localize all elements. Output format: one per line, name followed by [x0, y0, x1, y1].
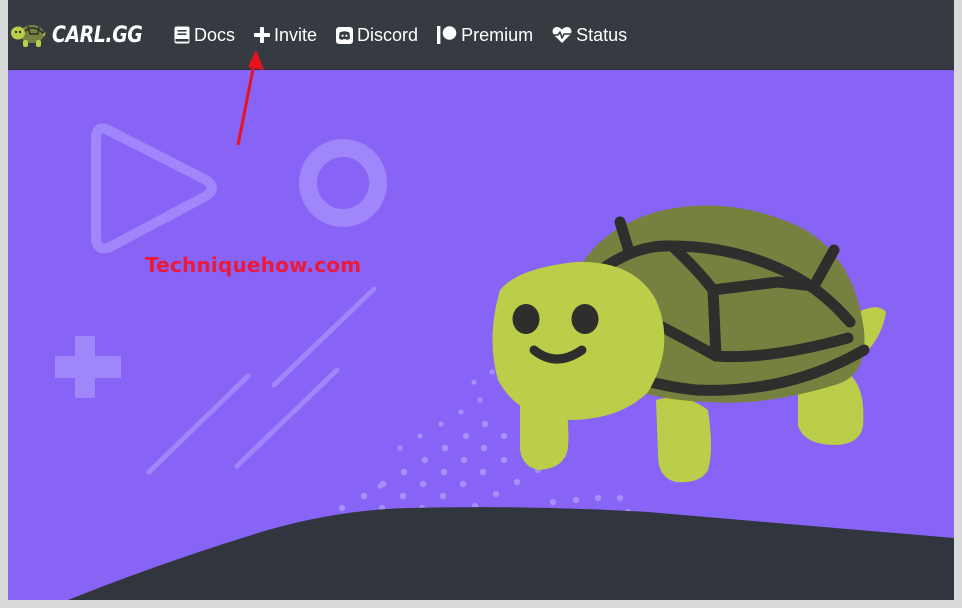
- nav-item-docs-label: Docs: [194, 24, 236, 45]
- hero-banner: [55, 123, 954, 600]
- plus-shape: [55, 336, 121, 398]
- nav-item-premium[interactable]: Premium: [437, 25, 533, 46]
- nav-item-invite[interactable]: Invite: [254, 25, 317, 46]
- nav-item-docs[interactable]: Docs: [174, 25, 235, 46]
- turtle-illustration: [492, 205, 886, 483]
- turtle-icon: [11, 25, 46, 47]
- brand-name: CARL.GG: [52, 22, 143, 48]
- nav-menu: Docs Invite Discord Premium Status: [174, 22, 646, 48]
- top-navbar: CARL.GG Docs Invite Discord Premium Stat…: [8, 0, 954, 70]
- diagonal-lines: [146, 286, 377, 475]
- discord-icon: [336, 26, 354, 44]
- nav-item-discord-label: Discord: [357, 24, 419, 45]
- patreon-icon: [437, 26, 457, 44]
- nav-item-invite-label: Invite: [274, 24, 318, 45]
- ground-wave: [68, 507, 954, 600]
- heartbeat-icon: [552, 26, 572, 44]
- nav-item-status-label: Status: [576, 24, 628, 45]
- book-icon: [174, 26, 190, 44]
- page-frame: CARL.GG Docs Invite Discord Premium Stat…: [8, 0, 954, 600]
- nav-item-status[interactable]: Status: [552, 25, 627, 46]
- nav-item-premium-label: Premium: [461, 24, 534, 45]
- plus-icon: [254, 27, 271, 43]
- play-triangle-shape: [91, 123, 217, 254]
- ring-shape: [299, 139, 387, 227]
- nav-item-discord[interactable]: Discord: [336, 25, 418, 46]
- brand-link[interactable]: CARL.GG: [10, 20, 157, 50]
- watermark-text: Techniquehow.com: [145, 253, 362, 277]
